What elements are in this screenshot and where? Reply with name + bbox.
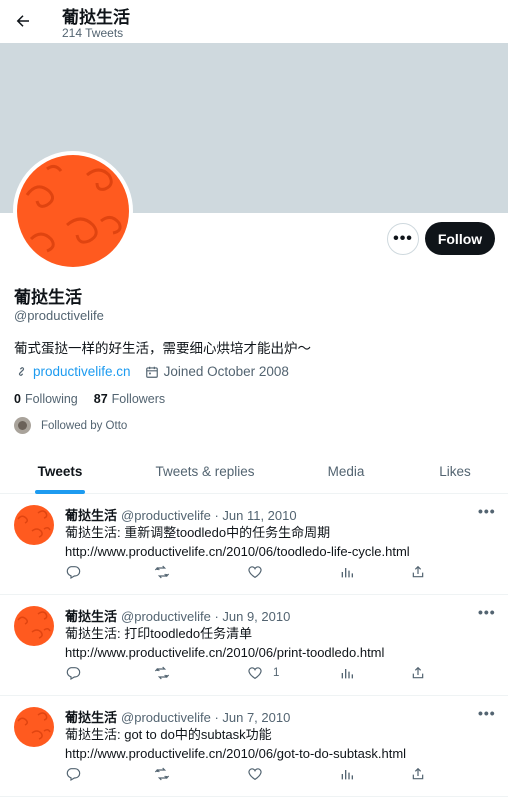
- tweet-header: 葡挞生活 @productivelife · Jun 11, 2010: [65, 505, 297, 524]
- followers-label: Followers: [111, 392, 166, 406]
- reply-button[interactable]: [65, 665, 81, 681]
- followed-by[interactable]: Followed by Otto: [14, 417, 127, 434]
- follow-button[interactable]: Follow: [425, 222, 495, 255]
- tweet-text: 葡挞生活: 打印toodledo任务清单 http://www.producti…: [65, 624, 495, 662]
- tweet-author-handle: @productivelife: [121, 710, 211, 725]
- tweet-more-button[interactable]: •••: [478, 604, 496, 620]
- tweet-text: 葡挞生活: 重新调整toodledo中的任务生命周期 http://www.pr…: [65, 523, 495, 561]
- share-icon: [412, 666, 424, 679]
- profile-meta: productivelife.cn Joined October 2008: [14, 364, 289, 379]
- retweet-icon: [154, 666, 170, 680]
- back-button[interactable]: [8, 6, 38, 36]
- share-button[interactable]: [410, 665, 426, 681]
- reply-icon: [66, 768, 81, 782]
- link-icon: [18, 367, 25, 376]
- share-button[interactable]: [410, 564, 426, 580]
- tweet-more-button[interactable]: •••: [478, 503, 496, 519]
- tab-tweets-replies[interactable]: Tweets & replies: [120, 450, 290, 493]
- tweet-text-line: 葡挞生活: 打印toodledo任务清单: [65, 626, 253, 641]
- tweet[interactable]: 葡挞生活 @productivelife · Jun 11, 2010 ••• 葡…: [0, 494, 508, 595]
- reply-button[interactable]: [65, 564, 81, 580]
- tweet-date[interactable]: · Jun 7, 2010: [214, 710, 290, 725]
- tweet-author-name[interactable]: 葡挞生活: [65, 710, 117, 725]
- heart-icon: [248, 667, 262, 680]
- profile-bio: 葡式蛋挞一样的好生活，需要细心烘培才能出炉～: [14, 341, 311, 356]
- profile-name: 葡挞生活: [14, 288, 82, 307]
- retweet-icon: [154, 767, 170, 781]
- tweet-link[interactable]: http://www.productivelife.cn/2010/06/too…: [65, 542, 495, 561]
- like-button[interactable]: [247, 564, 273, 580]
- reply-icon: [66, 667, 81, 681]
- views-icon: [341, 770, 353, 780]
- tweet-header: 葡挞生活 @productivelife · Jun 7, 2010: [65, 707, 290, 726]
- like-count: 1: [273, 667, 280, 679]
- profile-handle: @productivelife: [14, 308, 104, 323]
- tweet-actions: 1: [65, 665, 435, 685]
- reply-icon: [66, 566, 81, 580]
- reply-button[interactable]: [65, 766, 81, 782]
- tweet-avatar[interactable]: [14, 606, 54, 646]
- tab-media[interactable]: Media: [290, 450, 402, 493]
- header-title: 葡挞生活: [62, 8, 130, 27]
- follow-counts: 0 Following 87 Followers: [14, 392, 181, 406]
- heart-icon: [248, 768, 262, 781]
- profile-tabs: Tweets Tweets & replies Media Likes: [0, 450, 508, 494]
- follower-avatar: [14, 417, 31, 434]
- share-icon: [412, 565, 424, 578]
- tweet-text: 葡挞生活: got to do中的subtask功能 http://www.pr…: [65, 725, 495, 763]
- calendar-icon: [145, 366, 158, 378]
- tweet-header: 葡挞生活 @productivelife · Jun 9, 2010: [65, 606, 290, 625]
- share-button[interactable]: [410, 766, 426, 782]
- tweet-link[interactable]: http://www.productivelife.cn/2010/06/got…: [65, 744, 495, 763]
- views-icon: [341, 568, 353, 578]
- tweet-avatar[interactable]: [14, 707, 54, 747]
- tweet-count: 214 Tweets: [62, 26, 124, 40]
- joined-date: Joined October 2008: [163, 364, 289, 379]
- followed-by-text: Followed by Otto: [41, 419, 128, 432]
- retweet-button[interactable]: [154, 564, 170, 580]
- retweet-icon: [154, 565, 170, 579]
- followers-link[interactable]: 87 Followers: [94, 392, 165, 406]
- following-link[interactable]: 0 Following: [14, 392, 78, 406]
- tweet-author-handle: @productivelife: [121, 609, 211, 624]
- tweet-actions: [65, 564, 435, 584]
- tweet-author-handle: @productivelife: [121, 508, 211, 523]
- views-icon: [341, 669, 353, 679]
- like-button[interactable]: [247, 766, 273, 782]
- tweet-link[interactable]: http://www.productivelife.cn/2010/06/pri…: [65, 643, 495, 662]
- tweet[interactable]: 葡挞生活 @productivelife · Jun 9, 2010 ••• 葡挞…: [0, 595, 508, 696]
- tweet-text-line: 葡挞生活: got to do中的subtask功能: [65, 727, 272, 742]
- tab-tweets[interactable]: Tweets: [0, 450, 120, 494]
- heart-icon: [248, 566, 262, 579]
- tweet[interactable]: 葡挞生活 @productivelife · Jun 7, 2010 ••• 葡挞…: [0, 696, 508, 797]
- like-button[interactable]: 1: [247, 665, 279, 681]
- retweet-button[interactable]: [154, 766, 170, 782]
- retweet-button[interactable]: [154, 665, 170, 681]
- more-options-button[interactable]: •••: [387, 223, 419, 255]
- arrow-left-icon: [16, 15, 29, 27]
- following-label: Following: [24, 392, 78, 406]
- tweet-avatar[interactable]: [14, 505, 54, 545]
- tweet-text-line: 葡挞生活: 重新调整toodledo中的任务生命周期: [65, 525, 331, 540]
- tweet-date[interactable]: · Jun 11, 2010: [214, 508, 296, 523]
- following-count: 0: [14, 392, 21, 406]
- views-button[interactable]: [339, 564, 355, 580]
- tab-likes[interactable]: Likes: [402, 450, 508, 493]
- website-link[interactable]: productivelife.cn: [33, 364, 131, 379]
- views-button[interactable]: [339, 665, 355, 681]
- tweet-author-name[interactable]: 葡挞生活: [65, 609, 117, 624]
- tweet-more-button[interactable]: •••: [478, 705, 496, 721]
- views-button[interactable]: [339, 766, 355, 782]
- profile-header: 葡挞生活 214 Tweets: [0, 0, 508, 43]
- share-icon: [412, 767, 424, 780]
- tweet-author-name[interactable]: 葡挞生活: [65, 508, 117, 523]
- tweet-actions: [65, 766, 435, 786]
- followers-count: 87: [93, 392, 108, 406]
- profile-avatar[interactable]: [13, 151, 133, 271]
- tweet-date[interactable]: · Jun 9, 2010: [214, 609, 290, 624]
